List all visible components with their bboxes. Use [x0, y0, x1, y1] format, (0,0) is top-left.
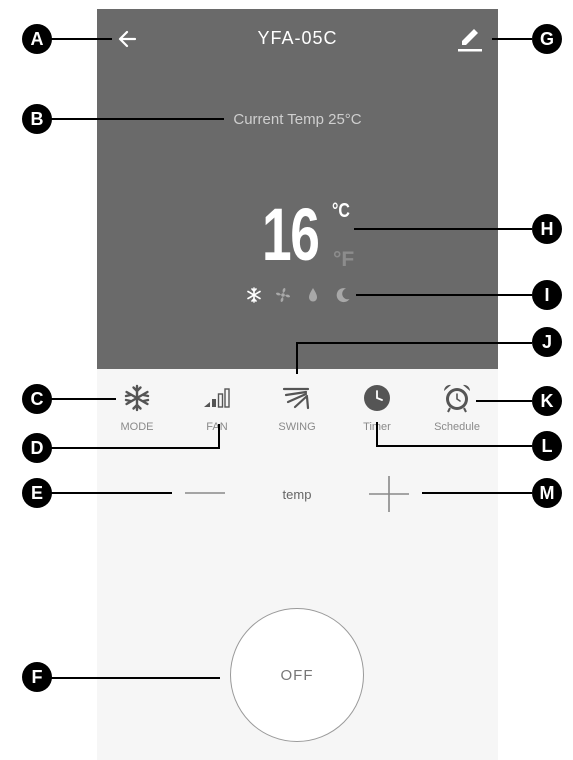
temp-increase-button[interactable] — [367, 474, 411, 514]
callout-c: C — [22, 384, 52, 414]
callout-vline-j — [296, 342, 298, 374]
callout-line-d — [50, 447, 220, 449]
plus-icon — [369, 476, 409, 512]
unit-celsius[interactable]: °C — [332, 200, 350, 223]
temp-decrease-button[interactable] — [183, 481, 227, 505]
callout-g: G — [532, 24, 562, 54]
unit-fahrenheit[interactable]: °F — [333, 248, 354, 272]
callout-line-h — [354, 228, 532, 230]
temp-label: temp — [282, 487, 312, 502]
callout-k: K — [532, 386, 562, 416]
callout-line-l — [376, 445, 532, 447]
alarm-clock-icon — [443, 384, 471, 413]
callout-line-g — [492, 38, 532, 40]
callout-i: I — [532, 280, 562, 310]
callout-line-j — [296, 342, 532, 344]
callout-f: F — [22, 662, 52, 692]
callout-line-b — [50, 118, 224, 120]
callout-line-a — [50, 38, 112, 40]
callout-b: B — [22, 104, 52, 134]
swing-icon — [282, 387, 310, 410]
callout-line-i — [356, 294, 532, 296]
callout-j: J — [532, 327, 562, 357]
pencil-icon — [458, 29, 482, 52]
swing-label: SWING — [278, 421, 316, 433]
swing-button[interactable]: SWING — [262, 381, 332, 433]
callout-m: M — [532, 478, 562, 508]
callout-line-m — [422, 492, 532, 494]
mode-button[interactable]: MODE — [102, 381, 172, 433]
power-button[interactable]: OFF — [230, 608, 364, 742]
callout-line-k — [476, 400, 532, 402]
callout-d: D — [22, 433, 52, 463]
callout-l: L — [532, 431, 562, 461]
minus-icon — [185, 492, 225, 494]
droplet-icon — [309, 288, 317, 302]
callout-line-e — [50, 492, 172, 494]
mode-label: MODE — [120, 421, 154, 433]
power-label: OFF — [280, 666, 314, 684]
callout-a: A — [22, 24, 52, 54]
callout-h: H — [532, 214, 562, 244]
snowflake-icon — [124, 384, 150, 412]
fan-button[interactable]: FAN — [182, 381, 252, 433]
device-title: YFA-05C — [257, 28, 338, 48]
signal-bars-icon — [204, 388, 230, 408]
edit-button[interactable] — [455, 24, 485, 54]
callout-vline-d — [218, 424, 220, 448]
set-temperature: 16 — [262, 193, 320, 276]
device-status-panel — [97, 9, 498, 369]
callout-line-c — [50, 398, 116, 400]
callout-vline-l — [376, 422, 378, 447]
callout-e: E — [22, 478, 52, 508]
clock-icon — [364, 385, 390, 411]
fan-icon — [276, 288, 290, 302]
schedule-label: Schedule — [434, 421, 480, 433]
callout-line-f — [50, 677, 220, 679]
schedule-button[interactable]: Schedule — [422, 381, 492, 433]
fan-label: FAN — [206, 421, 228, 433]
moon-icon — [336, 288, 350, 303]
snowflake-icon — [247, 287, 261, 303]
